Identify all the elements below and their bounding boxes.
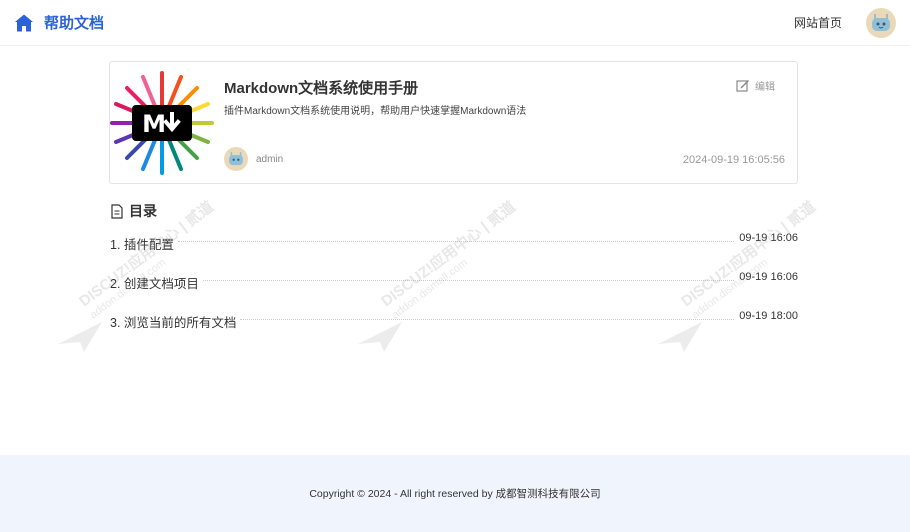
toc-heading-label: 目录 <box>129 203 157 219</box>
edit-button[interactable]: 编辑 <box>736 78 775 93</box>
user-avatar[interactable] <box>866 7 896 38</box>
svg-text:M: M <box>142 110 166 138</box>
home-icon <box>14 13 34 33</box>
edit-icon <box>736 79 749 92</box>
toc-item-title[interactable]: 2. 创建文档项目 <box>110 273 203 292</box>
toc-leader <box>202 280 798 281</box>
document-card[interactable]: M Markdown文档系统使用手册 插件Markdown文档系统使用说明，帮助… <box>109 61 798 184</box>
markdown-logo-icon: M <box>110 66 214 180</box>
watermark-suffix: 贰道 <box>784 198 819 230</box>
site-title[interactable]: 帮助文档 <box>44 12 104 33</box>
watermark-suffix: 贰道 <box>182 198 217 230</box>
toc-item[interactable]: 1. 插件配置 09-19 16:06 <box>110 230 798 269</box>
toc-leader <box>177 241 798 242</box>
toc-leader <box>240 319 798 320</box>
edit-label: 编辑 <box>755 82 775 93</box>
document-date: 2024-09-19 16:05:56 <box>682 154 785 166</box>
footer: Copyright © 2024 - All right reserved by… <box>0 455 910 532</box>
toc-item-date: 09-19 16:06 <box>735 232 798 244</box>
author-name: admin <box>256 153 284 165</box>
document-description: 插件Markdown文档系统使用说明，帮助用户快速掌握Markdown语法 <box>224 106 527 117</box>
watermark-arrow-icon <box>58 322 102 352</box>
brand[interactable]: 帮助文档 <box>14 12 104 33</box>
author: admin <box>224 147 283 171</box>
toc-item-title[interactable]: 3. 浏览当前的所有文档 <box>110 312 241 331</box>
robot-avatar-icon <box>872 13 890 31</box>
footer-copyright: Copyright © 2024 - All right reserved by… <box>309 488 601 500</box>
toc-list: 1. 插件配置 09-19 16:06 2. 创建文档项目 09-19 16:0… <box>110 230 798 347</box>
toc-item[interactable]: 2. 创建文档项目 09-19 16:06 <box>110 269 798 308</box>
toc-item[interactable]: 3. 浏览当前的所有文档 09-19 18:00 <box>110 308 798 347</box>
toc-item-date: 09-19 16:06 <box>735 271 798 283</box>
toc-item-title[interactable]: 1. 插件配置 <box>110 234 178 253</box>
author-avatar <box>224 147 248 171</box>
nav-home-link[interactable]: 网站首页 <box>794 14 842 31</box>
toc-heading: 目录 <box>110 201 157 221</box>
document-title[interactable]: Markdown文档系统使用手册 <box>224 77 418 98</box>
robot-avatar-icon <box>229 152 243 166</box>
document-icon <box>111 203 123 219</box>
top-navbar: 帮助文档 网站首页 <box>0 0 910 46</box>
watermark-suffix: 贰道 <box>484 198 519 230</box>
toc-item-date: 09-19 18:00 <box>735 310 798 322</box>
